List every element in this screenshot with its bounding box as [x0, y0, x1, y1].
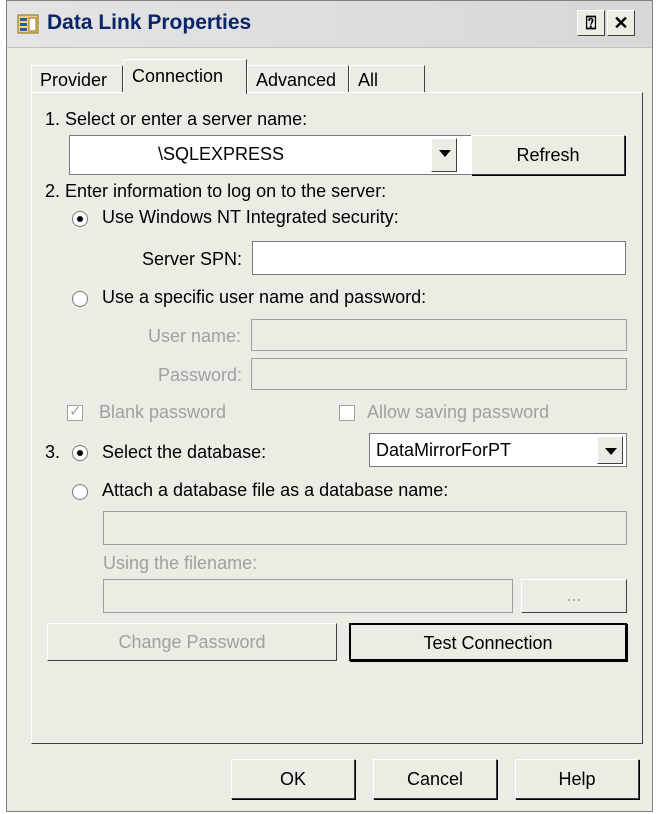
attach-database-radio[interactable] [72, 484, 88, 500]
server-name-value: \SQLEXPRESS [158, 144, 285, 164]
database-value: DataMirrorForPT [376, 440, 512, 460]
change-password-button[interactable]: Change Password [47, 623, 337, 661]
window-title: Data Link Properties [47, 11, 252, 34]
using-filename-label: Using the filename: [103, 553, 258, 573]
server-spn-label: Server SPN: [142, 249, 243, 269]
logon-info-label: 2. Enter information to log on to the se… [45, 181, 387, 201]
help-title-button[interactable]: ⍰ [577, 10, 605, 36]
attach-database-label: Attach a database file as a database nam… [102, 480, 449, 500]
tab-provider[interactable]: Provider [31, 65, 123, 93]
allow-saving-password-checkbox[interactable] [339, 405, 355, 421]
tab-advanced[interactable]: Advanced [247, 65, 349, 93]
title-bar: Data Link Properties ⍰ ✕ [7, 1, 652, 48]
help-icon: ⍰ [585, 13, 597, 33]
close-title-button[interactable]: ✕ [607, 10, 635, 36]
database-dropdown-arrow-icon[interactable] [597, 436, 623, 464]
attach-database-name-input[interactable] [103, 511, 627, 545]
username-input[interactable] [251, 319, 627, 351]
server-name-combobox[interactable]: \SQLEXPRESS [69, 135, 477, 175]
database-combobox[interactable]: DataMirrorForPT [369, 433, 627, 467]
server-name-label: 1. Select or enter a server name: [45, 109, 308, 129]
server-spn-input[interactable] [252, 241, 626, 275]
specific-user-radio[interactable] [72, 291, 88, 307]
help-button[interactable]: Help [515, 759, 639, 799]
cancel-button[interactable]: Cancel [373, 759, 497, 799]
blank-password-label: Blank password [99, 402, 227, 422]
password-label: Password: [158, 365, 243, 385]
data-link-properties-dialog: Data Link Properties ⍰ ✕ Provider Connec… [6, 0, 653, 812]
close-icon: ✕ [613, 13, 629, 33]
specific-user-label: Use a specific user name and password: [102, 287, 427, 307]
nt-security-radio[interactable] [72, 211, 88, 227]
refresh-button[interactable]: Refresh [471, 135, 625, 175]
browse-button[interactable]: ... [521, 579, 627, 613]
tab-connection[interactable]: Connection [123, 59, 247, 94]
blank-password-checkbox[interactable] [67, 402, 83, 421]
username-label: User name: [148, 326, 242, 346]
allow-saving-password-label: Allow saving password [367, 402, 550, 422]
tab-all[interactable]: All [349, 65, 425, 93]
filename-input[interactable] [103, 579, 513, 613]
test-connection-button[interactable]: Test Connection [349, 623, 627, 661]
step3-number: 3. [45, 442, 61, 462]
data-link-icon [17, 14, 39, 34]
password-input[interactable] [251, 358, 627, 390]
server-dropdown-arrow-icon[interactable] [431, 138, 457, 172]
nt-security-label: Use Windows NT Integrated security: [102, 207, 399, 227]
select-database-label: Select the database: [102, 442, 267, 462]
ok-button[interactable]: OK [231, 759, 355, 799]
select-database-radio[interactable] [72, 445, 88, 461]
